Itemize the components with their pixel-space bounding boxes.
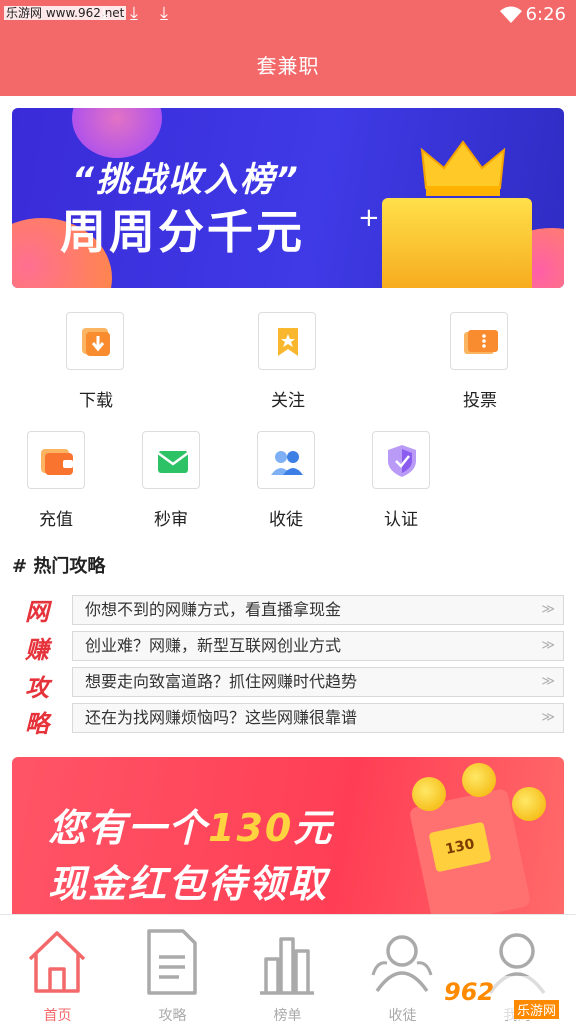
wallet-icon xyxy=(27,431,85,489)
hot-guide-item[interactable]: 创业难？网赚，新型互联网创业方式 ≫ xyxy=(72,631,564,661)
feature-label: 收徒 xyxy=(269,510,303,530)
nav-label: 首页 xyxy=(43,1008,72,1024)
hot-side-char: 略 xyxy=(25,710,49,738)
podium-graphic xyxy=(382,198,532,288)
download-notification-icon: ⤓ xyxy=(100,3,108,24)
download-notification-icon: ⤓ xyxy=(130,3,138,24)
hot-guide-item[interactable]: 你想不到的网赚方式，看直播拿现金 ≫ xyxy=(72,595,564,625)
sparkle-icon: + xyxy=(358,203,380,233)
feature-label: 认证 xyxy=(384,510,418,530)
banner-headline: “挑战收入榜” xyxy=(72,160,300,200)
document-icon xyxy=(147,929,197,995)
watermark-text: 乐游网 www.962.net xyxy=(4,6,127,20)
banner-headline: 您有一个130元 xyxy=(48,797,333,852)
nav-guides[interactable]: 攻略 xyxy=(115,915,230,1024)
hot-guide-text: 想要走向致富道路？抓住网赚时代趋势 xyxy=(85,672,358,691)
shield-icon xyxy=(372,431,430,489)
feature-label: 关注 xyxy=(271,391,305,411)
promo-banner-red-packet[interactable]: 您有一个130元 现金红包待领取 130 xyxy=(12,757,564,917)
hot-guide-item[interactable]: 还在为找网赚烦恼吗？这些网赚很靠谱 ≫ xyxy=(72,703,564,733)
hot-guide-item[interactable]: 想要走向致富道路？抓住网赚时代趋势 ≫ xyxy=(72,667,564,697)
nav-label: 榜单 xyxy=(273,1008,302,1024)
group-icon xyxy=(371,935,433,993)
chevron-right-icon: ≫ xyxy=(541,638,555,653)
banner-text: 元 xyxy=(293,806,334,850)
download-notification-icon: ⤓ xyxy=(160,3,168,24)
hot-side-char: 赚 xyxy=(25,636,49,664)
mail-icon xyxy=(142,431,200,489)
nav-home[interactable]: 首页 xyxy=(0,915,115,1024)
coin-icon xyxy=(462,763,496,797)
feature-label: 下载 xyxy=(79,391,113,411)
watermark-site-name: 乐游网 xyxy=(514,1000,560,1019)
watermark-number: 962 xyxy=(444,978,495,1006)
section-title-hot: # 热门攻略 xyxy=(12,556,106,577)
download-icon xyxy=(66,312,124,370)
banner-subheadline: 现金红包待领取 xyxy=(48,862,329,906)
users-icon xyxy=(257,431,315,489)
status-bar: 乐游网 www.962.net ⤓ ⤓ ⤓ 6:26 xyxy=(0,0,576,30)
decor-blob xyxy=(72,108,162,158)
nav-label: 攻略 xyxy=(158,1008,187,1024)
hot-side-char: 网 xyxy=(25,598,49,626)
nav-rankings[interactable]: 榜单 xyxy=(230,915,345,1024)
ticket-icon xyxy=(450,312,508,370)
hot-guide-text: 创业难？网赚，新型互联网创业方式 xyxy=(85,636,342,655)
wifi-icon xyxy=(500,6,522,23)
bar-chart-icon xyxy=(260,937,314,995)
feature-label: 秒审 xyxy=(154,510,188,530)
page-title: 套兼职 xyxy=(256,54,320,78)
coin-icon xyxy=(412,777,446,811)
chevron-right-icon: ≫ xyxy=(541,674,555,689)
feature-label: 充值 xyxy=(39,510,73,530)
crown-icon xyxy=(420,140,506,196)
coin-icon xyxy=(512,787,546,821)
banner-text: 您有一个 xyxy=(48,806,209,850)
hot-guide-text: 你想不到的网赚方式，看直播拿现金 xyxy=(85,600,342,619)
home-icon xyxy=(28,931,86,993)
promo-banner-leaderboard[interactable]: “挑战收入榜” 周周分千元 + xyxy=(12,108,564,288)
bookmark-star-icon xyxy=(258,312,316,370)
chevron-right-icon: ≫ xyxy=(541,602,555,617)
app-header: 套兼职 xyxy=(0,30,576,96)
hot-side-char: 攻 xyxy=(25,674,49,702)
banner-amount: 130 xyxy=(208,806,294,850)
site-watermark: 962 乐游网 xyxy=(440,976,572,1020)
hot-guide-text: 还在为找网赚烦恼吗？这些网赚很靠谱 xyxy=(85,708,358,727)
status-time: 6:26 xyxy=(525,4,566,25)
feature-label: 投票 xyxy=(463,391,497,411)
banner-subheadline: 周周分千元 xyxy=(60,205,305,259)
chevron-right-icon: ≫ xyxy=(541,710,555,725)
